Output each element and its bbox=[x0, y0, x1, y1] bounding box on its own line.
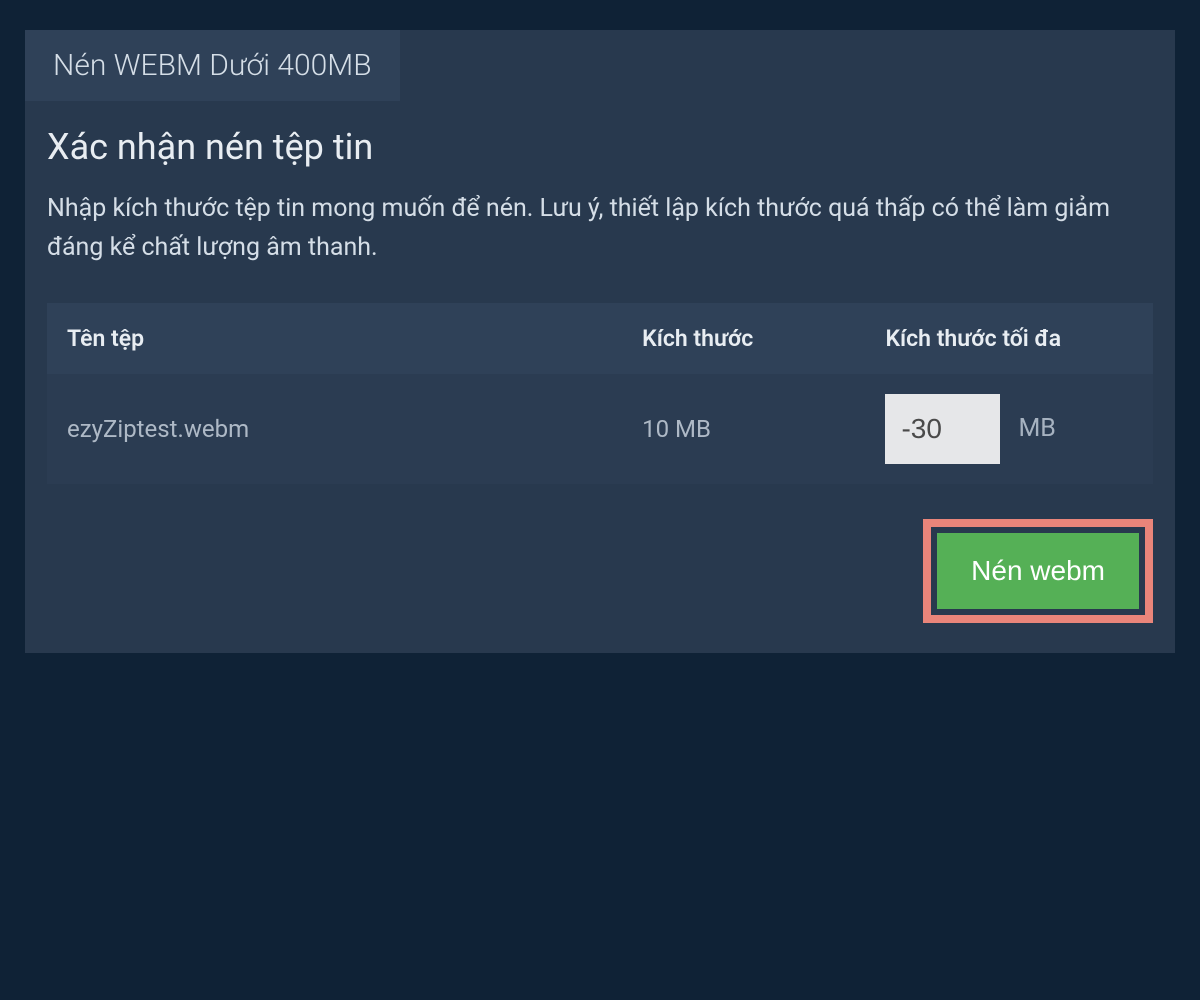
header-filename: Tên tệp bbox=[47, 303, 622, 374]
file-table: Tên tệp Kích thước Kích thước tối đa ezy… bbox=[47, 303, 1153, 484]
cell-filename: ezyZiptest.webm bbox=[47, 374, 622, 484]
tab-compress-webm[interactable]: Nén WEBM Dưới 400MB bbox=[25, 30, 400, 101]
compress-button[interactable]: Nén webm bbox=[937, 533, 1139, 609]
maxsize-input[interactable] bbox=[885, 394, 1000, 464]
table-header-row: Tên tệp Kích thước Kích thước tối đa bbox=[47, 303, 1153, 374]
header-maxsize: Kích thước tối đa bbox=[865, 303, 1153, 374]
compress-button-highlight: Nén webm bbox=[923, 519, 1153, 623]
panel-description: Nhập kích thước tệp tin mong muốn để nén… bbox=[47, 190, 1153, 268]
panel-title: Xác nhận nén tệp tin bbox=[47, 126, 1153, 168]
cell-size: 10 MB bbox=[622, 374, 865, 484]
header-size: Kích thước bbox=[622, 303, 865, 374]
size-input-wrap: MB bbox=[885, 394, 1133, 464]
table-row: ezyZiptest.webm 10 MB MB bbox=[47, 374, 1153, 484]
compression-panel: Nén WEBM Dưới 400MB Xác nhận nén tệp tin… bbox=[25, 30, 1175, 653]
button-row: Nén webm bbox=[47, 519, 1153, 623]
cell-maxsize: MB bbox=[865, 374, 1153, 484]
maxsize-unit: MB bbox=[1018, 414, 1055, 443]
panel-body: Xác nhận nén tệp tin Nhập kích thước tệp… bbox=[25, 101, 1175, 653]
tab-header: Nén WEBM Dưới 400MB bbox=[25, 30, 1175, 101]
